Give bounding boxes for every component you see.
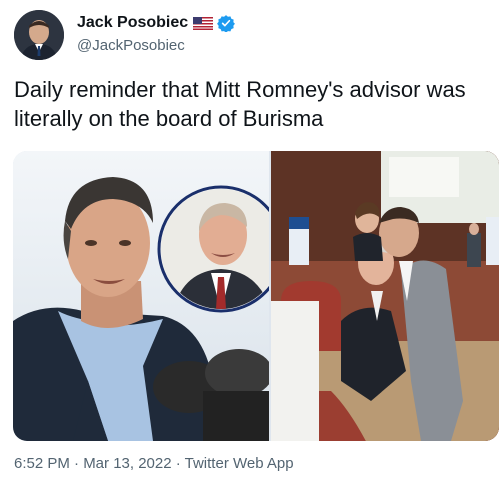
- tweet-timestamp[interactable]: 6:52 PM · Mar 13, 2022 · Twitter Web App: [14, 455, 294, 472]
- tweet-media[interactable]: [13, 151, 499, 441]
- us-flag-icon: [193, 16, 214, 30]
- tweet-text: Daily reminder that Mitt Romney's adviso…: [14, 77, 466, 131]
- author-name[interactable]: Jack Posobiec: [77, 14, 188, 32]
- media-photo-left[interactable]: [13, 151, 269, 441]
- author-handle[interactable]: @JackPosobiec: [77, 37, 185, 54]
- tweet-header: Jack Posobiec @JackPosobiec: [14, 10, 486, 60]
- verified-badge-icon: [217, 14, 236, 33]
- avatar[interactable]: [14, 10, 64, 60]
- media-photo-right[interactable]: [271, 151, 499, 441]
